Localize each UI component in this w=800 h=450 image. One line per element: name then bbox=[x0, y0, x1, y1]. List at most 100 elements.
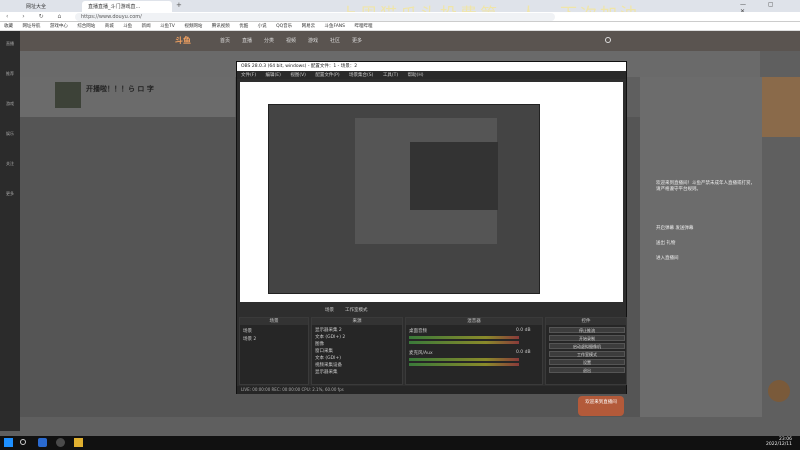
bookmark-item[interactable]: 新闻 bbox=[142, 23, 151, 29]
virtual-camera-button[interactable]: 启动虚拟摄像机 bbox=[549, 343, 625, 349]
site-logo[interactable]: 斗鱼 bbox=[175, 35, 191, 46]
bookmark-item[interactable]: 斗鱼FANS bbox=[325, 23, 345, 29]
obs-menubar: 文件(F) 编辑(E) 视图(V) 配置文件(P) 场景集合(S) 工具(T) … bbox=[237, 71, 626, 79]
streamer-info bbox=[20, 77, 235, 117]
bookmark-item[interactable]: 商城 bbox=[105, 23, 114, 29]
gift-badge[interactable]: 欢迎来到直播间 bbox=[578, 396, 624, 416]
bookmark-item[interactable]: 斗鱼 bbox=[123, 23, 132, 29]
stop-stream-button[interactable]: 停止推流 bbox=[549, 327, 625, 333]
sources-dock: 来源 显示器采集 2 文本 (GDI+) 2 图像 窗口采集 文本 (GDI+)… bbox=[311, 317, 403, 385]
preview-nested-capture bbox=[410, 142, 498, 210]
nav-link[interactable]: 分类 bbox=[264, 37, 274, 44]
left-sidebar: 直播 推荐 游戏 娱乐 关注 更多 bbox=[0, 31, 20, 431]
promo-banner[interactable] bbox=[762, 77, 800, 137]
nav-link[interactable]: 视频 bbox=[286, 37, 296, 44]
obs-statusbar: LIVE: 00:00:00 REC: 00:00:00 CPU: 2.1%, … bbox=[237, 386, 626, 394]
mixer-channel-label: 麦克风/Aux bbox=[409, 351, 433, 356]
dock-title: 混音器 bbox=[406, 318, 542, 325]
mixer-dock: 混音器 桌面音频 0.0 dB 麦克风/Aux 0.0 dB bbox=[405, 317, 543, 385]
chat-panel bbox=[640, 77, 762, 417]
mixer-db: 0.0 dB bbox=[516, 350, 531, 355]
bookmark-item[interactable]: 游戏中心 bbox=[50, 23, 68, 29]
audio-meter bbox=[409, 341, 519, 344]
bookmark-item[interactable]: 哔哩哔哩 bbox=[354, 23, 372, 29]
bookmark-item[interactable]: 腾讯视频 bbox=[212, 23, 230, 29]
tab-stream[interactable]: 直播直播_斗门游戏直... bbox=[82, 1, 172, 12]
nav-link[interactable]: 更多 bbox=[352, 37, 362, 44]
folder-icon[interactable] bbox=[74, 438, 83, 447]
search-icon[interactable] bbox=[20, 439, 26, 445]
obs-menu-item[interactable]: 配置文件(P) bbox=[315, 72, 339, 78]
sidebar-item[interactable]: 推荐 bbox=[4, 71, 16, 85]
obs-menu-item[interactable]: 文件(F) bbox=[241, 72, 256, 78]
obs-menu-item[interactable]: 场景集合(S) bbox=[349, 72, 373, 78]
room-title: 开播啦！！！ら ロ 字 bbox=[86, 85, 154, 93]
bookmark-item[interactable]: 收藏 bbox=[4, 23, 13, 29]
tab-home[interactable]: 网址大全 bbox=[20, 1, 80, 12]
site-header: 斗鱼 首页 直播 分类 视频 游戏 社区 更多 bbox=[20, 31, 800, 51]
source-item[interactable]: 文本 (GDI+) bbox=[315, 355, 341, 361]
taskbar bbox=[0, 436, 800, 450]
sidebar-item[interactable]: 游戏 bbox=[4, 101, 16, 115]
dock-title: 来源 bbox=[312, 318, 402, 325]
bookmark-item[interactable]: 综合网站 bbox=[77, 23, 95, 29]
system-clock: 23:06 2022/12/11 bbox=[766, 437, 792, 447]
bookmark-item[interactable]: 优酷 bbox=[239, 23, 248, 29]
nav-link[interactable]: 首页 bbox=[220, 37, 230, 44]
bookmark-item[interactable]: 斗鱼TV bbox=[160, 23, 175, 29]
nav-link[interactable]: 直播 bbox=[242, 37, 252, 44]
clock-date: 2022/12/11 bbox=[766, 442, 792, 447]
source-item[interactable]: 显示器采集 2 bbox=[315, 327, 342, 333]
obs-menu-item[interactable]: 帮助(H) bbox=[408, 72, 424, 78]
start-recording-button[interactable]: 开始录制 bbox=[549, 335, 625, 341]
chat-line: 进入直播间 bbox=[656, 256, 679, 261]
studio-mode-button[interactable]: 工作室模式 bbox=[549, 351, 625, 357]
obs-menu-item[interactable]: 视图(V) bbox=[290, 72, 306, 78]
dock-title: 场景 bbox=[240, 318, 308, 325]
source-item[interactable]: 图像 bbox=[315, 341, 324, 347]
obs-taskbar-icon[interactable] bbox=[56, 438, 65, 447]
avatar[interactable] bbox=[605, 37, 611, 43]
source-item[interactable]: 窗口采集 bbox=[315, 348, 333, 354]
bookmark-item[interactable]: 小说 bbox=[258, 23, 267, 29]
source-item[interactable]: 显示器采集 bbox=[315, 369, 338, 375]
sidebar-item[interactable]: 娱乐 bbox=[4, 131, 16, 145]
scene-item[interactable]: 场景 bbox=[243, 328, 252, 334]
obs-menu-item[interactable]: 工具(T) bbox=[383, 72, 398, 78]
bookmark-item[interactable]: QQ音乐 bbox=[276, 23, 292, 29]
scene-mode-radio[interactable]: 场景 bbox=[325, 307, 334, 313]
settings-button[interactable]: 设置 bbox=[549, 359, 625, 365]
obs-preview[interactable] bbox=[240, 82, 623, 302]
start-menu-icon[interactable] bbox=[4, 438, 13, 447]
obs-window: OBS 28.0.3 (64 bit, windows) - 配置文件：1 - … bbox=[236, 61, 627, 394]
chat-line: 送出 礼物 bbox=[656, 241, 676, 246]
browser-taskbar-icon[interactable] bbox=[38, 438, 47, 447]
sidebar-item[interactable]: 关注 bbox=[4, 161, 16, 175]
controls-dock: 控件 停止推流 开始录制 启动虚拟摄像机 工作室模式 设置 退出 bbox=[545, 317, 627, 385]
studio-mode-radio[interactable]: 工作室模式 bbox=[345, 307, 368, 313]
mascot-icon[interactable] bbox=[768, 380, 790, 402]
bookmark-item[interactable]: 网易云 bbox=[302, 23, 316, 29]
mixer-db: 0.0 dB bbox=[516, 328, 531, 333]
obs-menu-item[interactable]: 编辑(E) bbox=[266, 72, 281, 78]
nav-link[interactable]: 游戏 bbox=[308, 37, 318, 44]
new-tab-icon[interactable]: + bbox=[176, 1, 182, 9]
sidebar-item[interactable]: 直播 bbox=[4, 41, 16, 55]
audio-meter bbox=[409, 358, 519, 361]
streamer-avatar[interactable] bbox=[55, 82, 81, 108]
bookmarks-bar: 收藏 网址导航 游戏中心 综合网站 商城 斗鱼 新闻 斗鱼TV 视频网站 腾讯视… bbox=[0, 22, 800, 31]
obs-mode-bar: 场景 工作室模式 bbox=[237, 306, 626, 314]
scene-item[interactable]: 场景 2 bbox=[243, 336, 256, 342]
mixer-channel-label: 桌面音频 bbox=[409, 329, 427, 334]
source-item[interactable]: 文本 (GDI+) 2 bbox=[315, 334, 345, 340]
url-input[interactable]: https://www.douyu.com/ bbox=[75, 13, 555, 21]
audio-meter bbox=[409, 336, 519, 339]
source-item[interactable]: 视频采集设备 bbox=[315, 362, 342, 368]
nav-arrows-icon[interactable]: ‹ › ↻ ⌂ bbox=[6, 13, 67, 20]
bookmark-item[interactable]: 视频网站 bbox=[184, 23, 202, 29]
exit-button[interactable]: 退出 bbox=[549, 367, 625, 373]
address-bar: ‹ › ↻ ⌂ https://www.douyu.com/ bbox=[0, 12, 800, 22]
nav-link[interactable]: 社区 bbox=[330, 37, 340, 44]
sidebar-item[interactable]: 更多 bbox=[4, 191, 16, 205]
bookmark-item[interactable]: 网址导航 bbox=[22, 23, 40, 29]
